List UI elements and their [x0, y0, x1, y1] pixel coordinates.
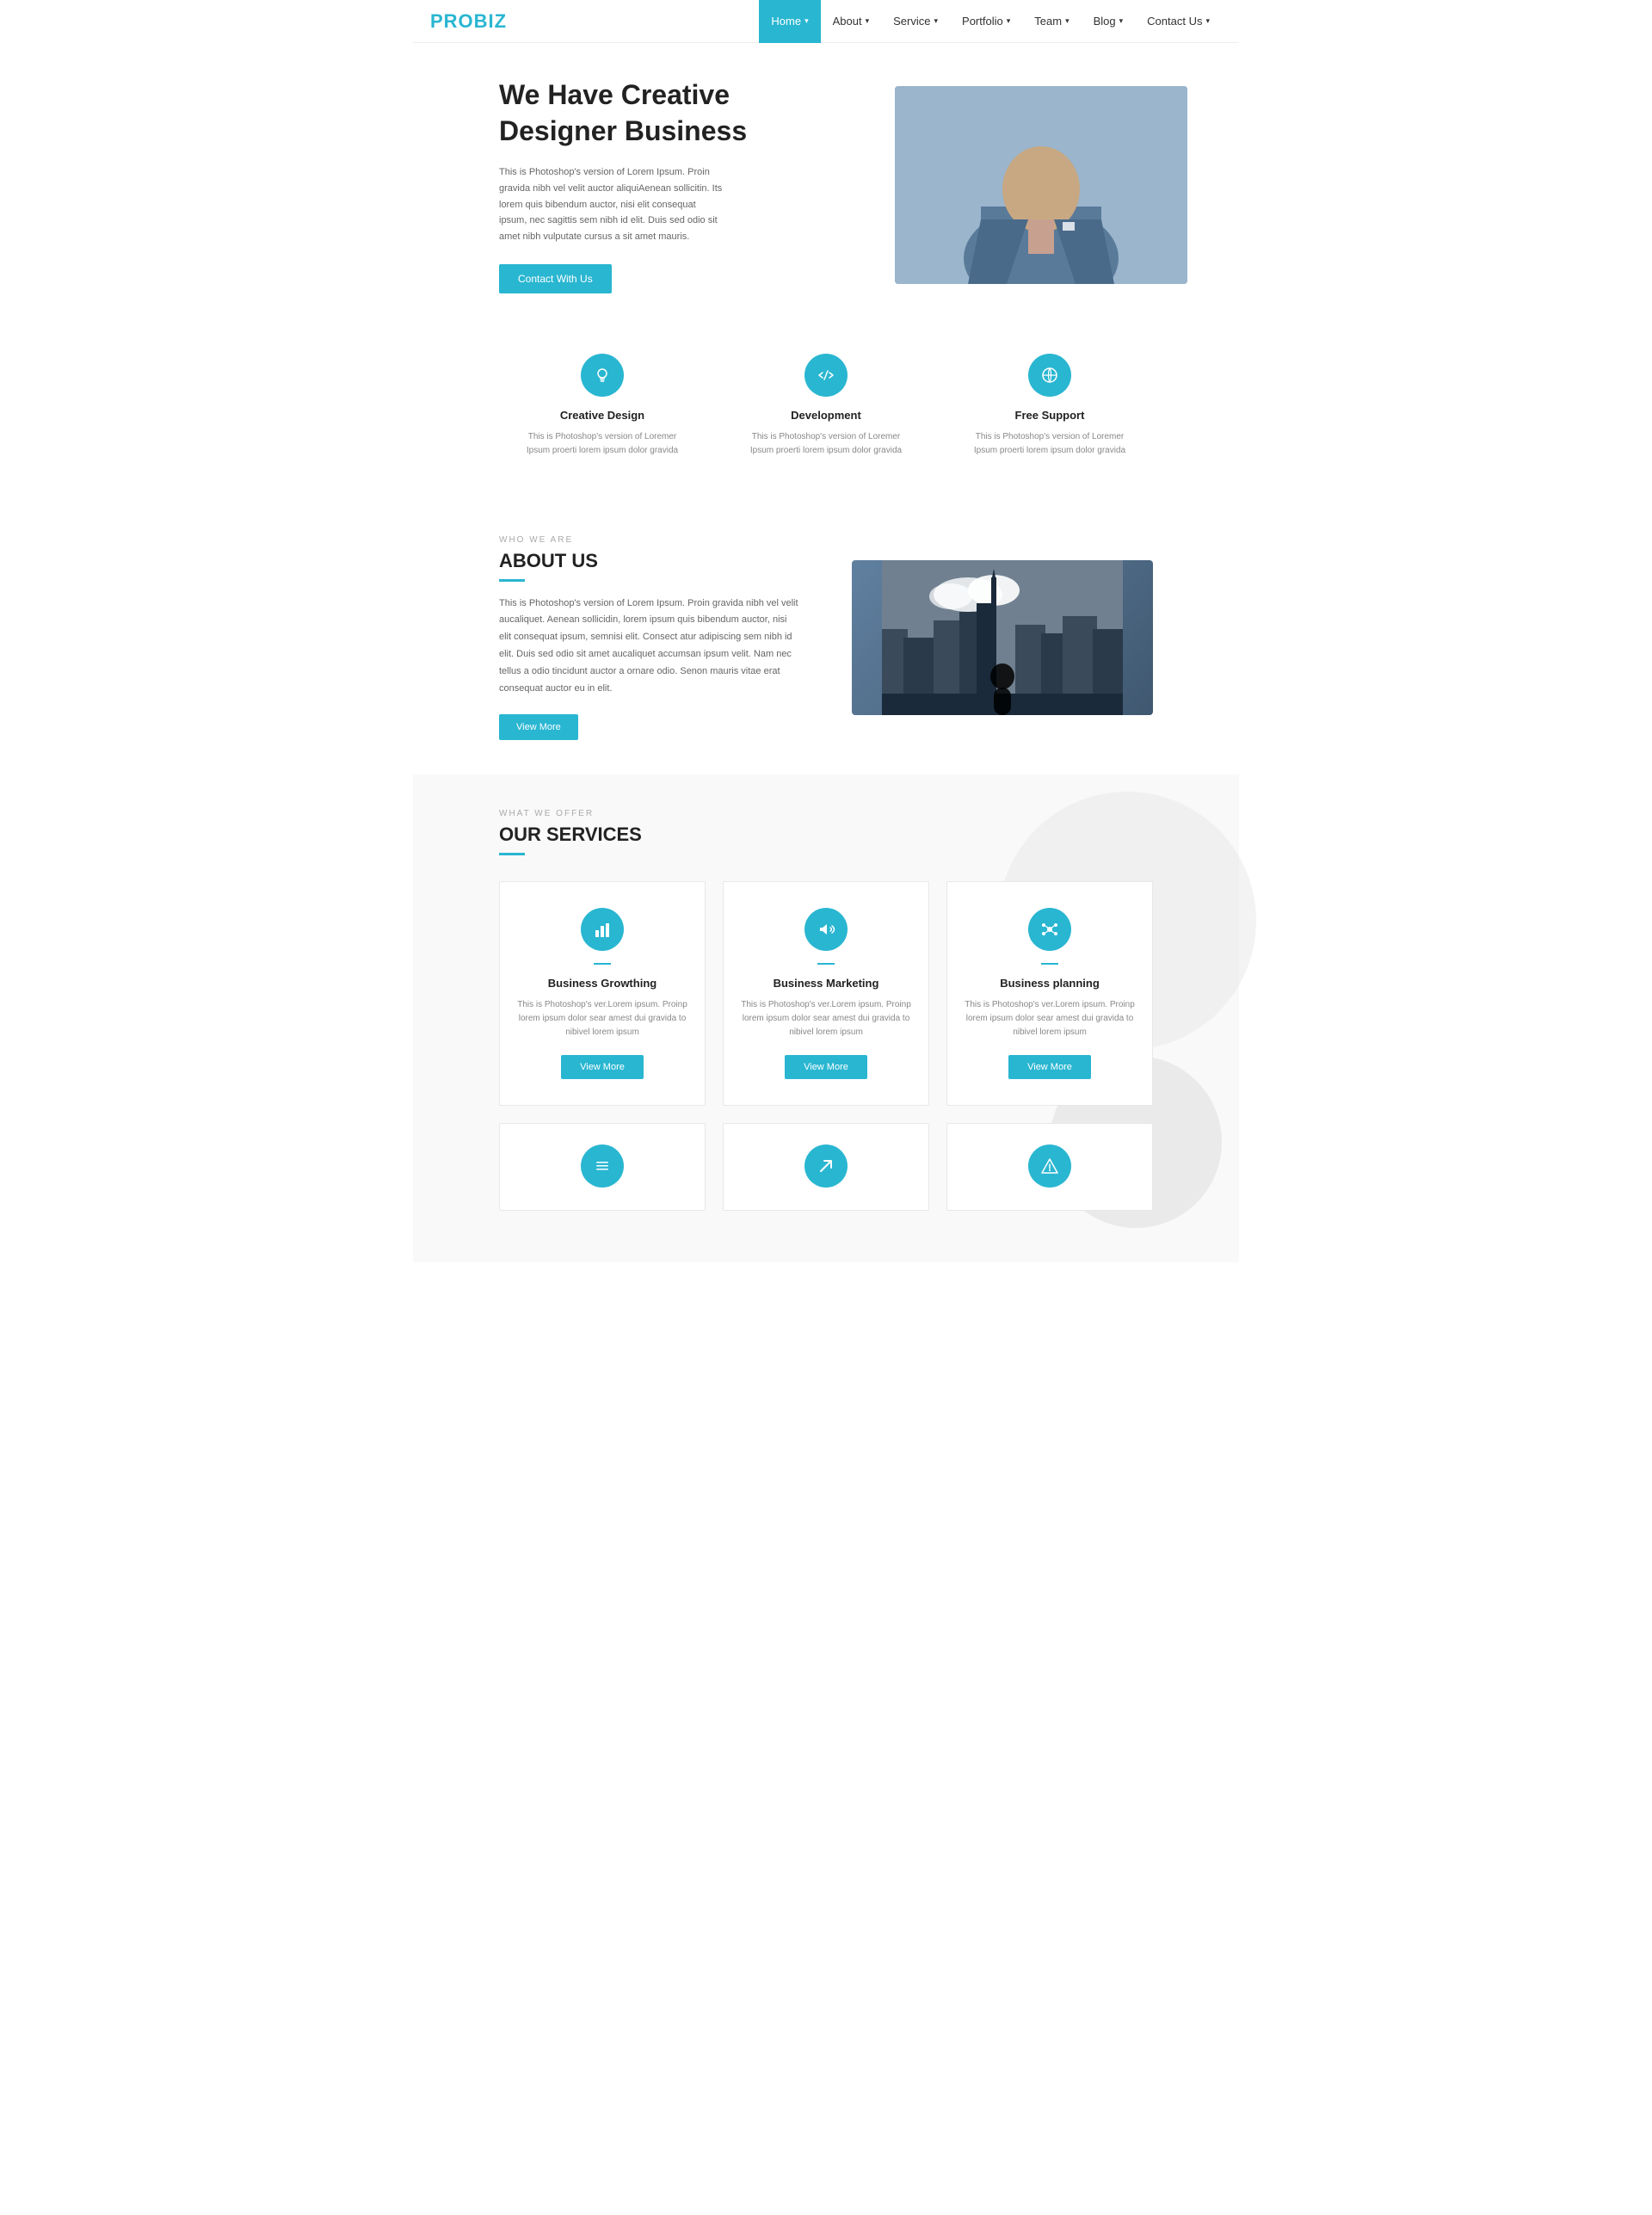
service-title-1: Business Growthing	[517, 977, 687, 990]
arrow-icon	[804, 1145, 848, 1188]
service-desc-2: This is Photoshop's ver.Lorem ipsum. Pro…	[741, 998, 911, 1040]
feature-title-2: Development	[740, 409, 912, 422]
nav-item-team[interactable]: Team ▾	[1022, 0, 1081, 43]
service-desc-1: This is Photoshop's ver.Lorem ipsum. Pro…	[517, 998, 687, 1040]
chevron-down-icon: ▾	[1205, 16, 1210, 26]
service-card-3: Business planning This is Photoshop's ve…	[946, 881, 1153, 1106]
chevron-down-icon: ▾	[804, 16, 809, 26]
feature-creative-design: Creative Design This is Photoshop's vers…	[516, 354, 688, 458]
feature-title-3: Free Support	[964, 409, 1136, 422]
chevron-down-icon: ▾	[1119, 16, 1124, 26]
feature-desc-2: This is Photoshop's version of Loremer I…	[740, 430, 912, 458]
navbar: PROBIZ Home ▾ About ▾ Service ▾ Portfoli…	[413, 0, 1239, 43]
network-icon	[1028, 908, 1071, 951]
about-title: ABOUT US	[499, 550, 800, 572]
about-view-more-button[interactable]: View More	[499, 714, 578, 740]
feature-development: Development This is Photoshop's version …	[740, 354, 912, 458]
services-grid-row2	[499, 1123, 1153, 1211]
hero-image	[895, 86, 1187, 284]
services-divider	[499, 853, 525, 855]
feature-desc-3: This is Photoshop's version of Loremer I…	[964, 430, 1136, 458]
hero-cta-button[interactable]: Contact With Us	[499, 264, 612, 293]
about-city-svg	[852, 560, 1153, 715]
warning-icon	[1028, 1145, 1071, 1188]
brand-logo[interactable]: PROBIZ	[430, 10, 507, 33]
service-card-5	[723, 1123, 929, 1211]
hero-text-block: We Have Creative Designer Business This …	[499, 77, 843, 293]
chevron-down-icon: ▾	[866, 16, 870, 26]
service-card-6	[946, 1123, 1153, 1211]
lightbulb-icon	[581, 354, 624, 397]
hero-description: This is Photoshop's version of Lorem Ips…	[499, 164, 723, 244]
service-card-1: Business Growthing This is Photoshop's v…	[499, 881, 706, 1106]
nav-item-portfolio[interactable]: Portfolio ▾	[950, 0, 1022, 43]
about-text-block: WHO WE ARE ABOUT US This is Photoshop's …	[499, 535, 800, 741]
chevron-down-icon: ▾	[1065, 16, 1069, 26]
about-label: WHO WE ARE	[499, 535, 800, 545]
code-icon	[804, 354, 848, 397]
globe-icon	[1028, 354, 1071, 397]
service-view-more-3[interactable]: View More	[1008, 1055, 1091, 1079]
hero-title: We Have Creative Designer Business	[499, 77, 843, 149]
about-image-block	[852, 560, 1153, 715]
about-divider	[499, 579, 525, 582]
chevron-down-icon: ▾	[934, 16, 939, 26]
card-divider-3	[1041, 963, 1058, 965]
feature-free-support: Free Support This is Photoshop's version…	[964, 354, 1136, 458]
service-view-more-1[interactable]: View More	[561, 1055, 644, 1079]
service-card-4	[499, 1123, 706, 1211]
service-card-2: Business Marketing This is Photoshop's v…	[723, 881, 929, 1106]
services-section: WHAT WE OFFER OUR SERVICES Business Grow…	[413, 774, 1239, 1262]
chevron-down-icon: ▾	[1007, 16, 1011, 26]
features-section: Creative Design This is Photoshop's vers…	[413, 311, 1239, 501]
service-title-3: Business planning	[965, 977, 1135, 990]
services-grid: Business Growthing This is Photoshop's v…	[499, 881, 1153, 1106]
nav-item-home[interactable]: Home ▾	[759, 0, 820, 43]
service-desc-3: This is Photoshop's ver.Lorem ipsum. Pro…	[965, 998, 1135, 1040]
card-divider-1	[594, 963, 611, 965]
nav-item-about[interactable]: About ▾	[821, 0, 882, 43]
service-title-2: Business Marketing	[741, 977, 911, 990]
about-section: WHO WE ARE ABOUT US This is Photoshop's …	[413, 501, 1239, 775]
hero-section: We Have Creative Designer Business This …	[413, 43, 1239, 311]
card-divider-2	[817, 963, 835, 965]
chart-icon	[581, 908, 624, 951]
nav-item-service[interactable]: Service ▾	[881, 0, 950, 43]
service-view-more-2[interactable]: View More	[785, 1055, 867, 1079]
megaphone-icon	[804, 908, 848, 951]
list-icon	[581, 1145, 624, 1188]
feature-desc-1: This is Photoshop's version of Loremer I…	[516, 430, 688, 458]
about-description: This is Photoshop's version of Lorem Ips…	[499, 595, 800, 698]
nav-item-blog[interactable]: Blog ▾	[1082, 0, 1136, 43]
hero-image-block	[843, 86, 1187, 284]
feature-title-1: Creative Design	[516, 409, 688, 422]
hero-person-svg	[895, 86, 1187, 284]
about-image	[852, 560, 1153, 715]
nav-item-contact[interactable]: Contact Us ▾	[1135, 0, 1222, 43]
nav-menu: Home ▾ About ▾ Service ▾ Portfolio ▾ Tea…	[759, 0, 1222, 43]
